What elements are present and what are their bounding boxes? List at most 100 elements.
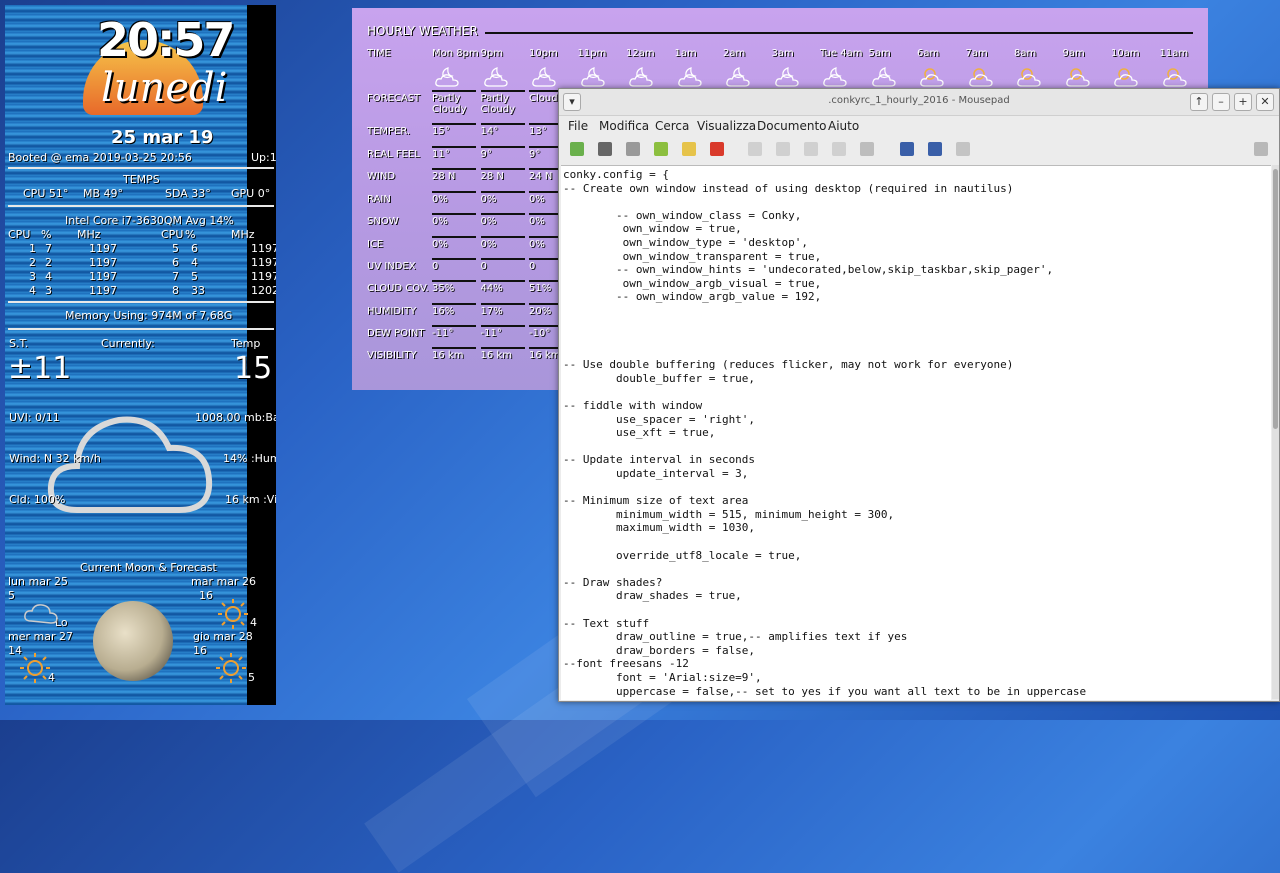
cell-rule [480, 123, 525, 125]
temp-sda: SDA 33° [165, 187, 211, 200]
cpu-header: % [41, 228, 52, 241]
weather-value: 16% [432, 306, 455, 317]
cell-rule [480, 325, 525, 327]
cell-rule [480, 280, 525, 282]
wind: Wind: N 32 km/h [9, 452, 101, 465]
cloud-cover: Cld: 100% [9, 493, 66, 506]
hour-label: 7am [965, 48, 988, 59]
new-file-icon[interactable] [570, 142, 584, 156]
copy-icon[interactable] [832, 142, 846, 156]
hourly-title: HOURLY WEATHER [367, 24, 478, 38]
menu-file[interactable]: File [568, 119, 588, 133]
partly-cloudy-night-icon [726, 67, 750, 87]
undo-icon[interactable] [748, 142, 762, 156]
cpu-cell: 1197 [251, 270, 276, 283]
hour-label: Mon 8pm [432, 48, 479, 59]
pressure: 1008.00 mb:Bar [195, 411, 276, 424]
cell-rule [480, 258, 525, 260]
weather-value: 0 [480, 261, 487, 272]
close-icon[interactable]: ✕ [1256, 93, 1274, 111]
cpu-cell: 3 [29, 270, 36, 283]
goto-line-icon[interactable] [956, 142, 970, 156]
sun-icon [20, 653, 50, 683]
cpu-header: MHz [231, 228, 255, 241]
partly-sunny-icon [968, 68, 993, 87]
partly-sunny-icon [920, 68, 944, 87]
weather-value: 44% [480, 283, 503, 294]
close-document-icon[interactable] [710, 142, 724, 156]
hour-label: 10am [1111, 48, 1140, 59]
minimize-icon[interactable]: – [1212, 93, 1230, 111]
cpu-cell: 1202 [251, 284, 276, 297]
raise-icon[interactable]: ↑ [1190, 93, 1208, 111]
partly-cloudy-night-icon [823, 67, 847, 87]
cpu-cell: 4 [191, 256, 198, 269]
cell-rule [432, 168, 476, 170]
cell-rule [432, 236, 476, 238]
cpu-cell: 6 [191, 242, 198, 255]
code-content[interactable]: conky.config = { -- Create own window in… [561, 166, 1271, 698]
maximize-icon[interactable]: + [1234, 93, 1252, 111]
cpu-cell: 1197 [89, 256, 117, 269]
redo-icon[interactable] [776, 142, 790, 156]
row-label: CLOUD COV. [367, 283, 429, 294]
forecast-num: 16 [193, 644, 207, 657]
cpu-cell: 4 [29, 284, 36, 297]
save-as-icon[interactable] [654, 142, 668, 156]
divider [8, 301, 274, 303]
cell-rule [480, 146, 525, 148]
cpu-header: CPU [161, 228, 184, 241]
moon-phase-image [93, 601, 173, 681]
row-label: VISIBILITY [367, 350, 417, 361]
menu-documento[interactable]: Documento [757, 119, 827, 133]
partly-cloudy-night-icon [532, 67, 556, 87]
hour-label: 3am [771, 48, 794, 59]
sun-icon [218, 599, 248, 629]
partly-cloudy-night-icon [774, 67, 799, 87]
weather-value: 0% [480, 216, 497, 227]
cell-rule [432, 303, 476, 305]
cpu-cell: 1197 [251, 242, 276, 255]
row-label: DEW POINT [367, 328, 425, 339]
weather-value: 28 N [432, 171, 456, 182]
st-label: S.T. [9, 337, 29, 350]
find-replace-icon[interactable] [928, 142, 942, 156]
cell-rule [480, 168, 525, 170]
reload-icon[interactable] [682, 142, 696, 156]
cell-rule [432, 123, 476, 125]
fullscreen-icon[interactable] [1254, 142, 1268, 156]
weather-value: 0% [432, 239, 448, 250]
cpu-cell: 2 [29, 256, 36, 269]
paste-icon[interactable] [860, 142, 874, 156]
find-icon[interactable] [900, 142, 914, 156]
open-file-icon[interactable] [598, 142, 612, 156]
forecast-date: gio mar 28 [193, 630, 253, 643]
row-label: ICE [367, 239, 384, 250]
weather-value: Partly Cloudy [480, 93, 515, 115]
weather-value: 16 km [432, 350, 464, 361]
boot-info: Booted @ ema 2019-03-25 20:56 [8, 151, 192, 164]
partly-cloudy-night-icon [483, 67, 508, 87]
menu-aiuto[interactable]: Aiuto [828, 119, 859, 133]
menu-visualizza[interactable]: Visualizza [697, 119, 756, 133]
time-label: TIME [367, 48, 392, 59]
scrollbar-thumb[interactable] [1273, 169, 1278, 429]
menu-modifica[interactable]: Modifica [599, 119, 649, 133]
text-editor[interactable]: conky.config = { -- Create own window in… [561, 165, 1271, 700]
partly-cloudy-night-icon [435, 67, 459, 87]
weather-value: Partly Cloudy [432, 93, 467, 115]
side-num: 4 [250, 616, 257, 629]
cut-icon[interactable] [804, 142, 818, 156]
row-label: UV INDEX [367, 261, 416, 272]
cpu-title: Intel Core i7-3630QM Avg 14% [65, 214, 234, 227]
uptime: Up:1 [251, 151, 276, 164]
hour-label: 9am [1062, 48, 1085, 59]
menu-cerca[interactable]: Cerca [655, 119, 689, 133]
partly-sunny-icon [1162, 68, 1187, 87]
save-icon[interactable] [626, 142, 640, 156]
title-rule [485, 32, 1193, 34]
cpu-cell: 3 [45, 284, 52, 297]
cpu-cell: 2 [45, 256, 52, 269]
forecast-date: lun mar 25 [8, 575, 68, 588]
cell-rule [432, 191, 476, 193]
